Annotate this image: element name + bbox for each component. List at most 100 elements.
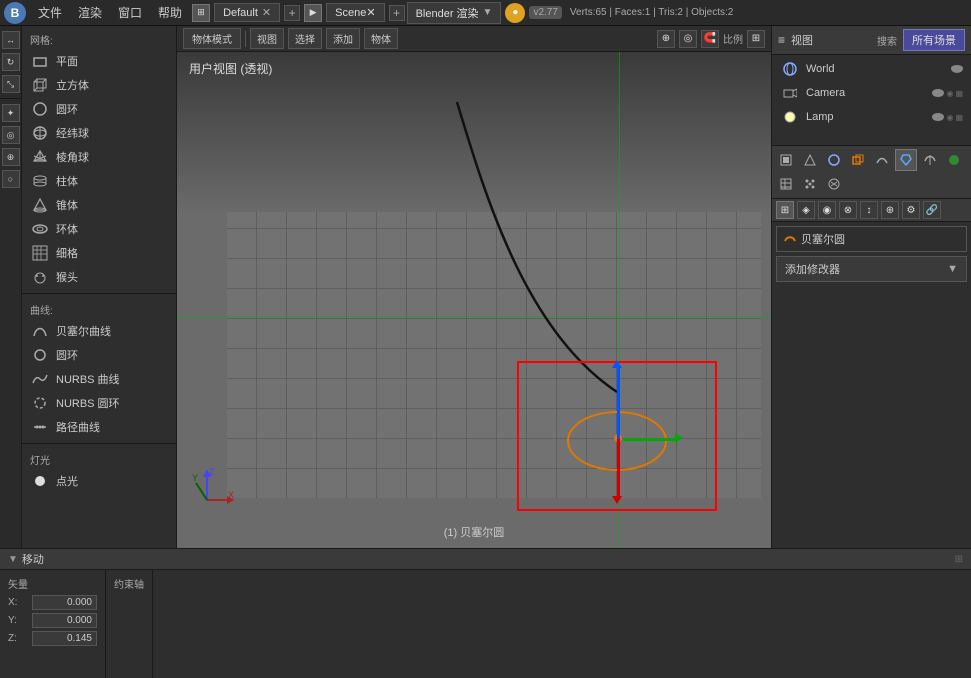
scene-close-icon[interactable]: ✕	[366, 6, 375, 19]
prop-tab-texture[interactable]	[775, 173, 797, 195]
tool-path-curve[interactable]: 路径曲线	[22, 415, 176, 439]
z-label: Z:	[8, 633, 28, 644]
curve-section-header: 曲线:	[22, 298, 176, 319]
viewport-mode-object[interactable]: 物体模式	[183, 28, 241, 49]
constraint-title: 约束轴	[114, 576, 144, 591]
camera-eye-icon[interactable]	[932, 89, 944, 97]
tool-scale[interactable]: ⤡	[2, 75, 20, 93]
menu-help[interactable]: 帮助	[150, 2, 190, 23]
cylinder-icon	[30, 171, 50, 191]
tool-cone[interactable]: 锥体	[22, 193, 176, 217]
tool-cube[interactable]: 立方体	[22, 73, 176, 97]
tool-bezier-circle[interactable]: 圆环	[22, 343, 176, 367]
lamp-render-icon[interactable]: ◉	[946, 113, 953, 122]
x-input[interactable]	[32, 595, 97, 610]
constraint-section: 约束轴	[106, 570, 153, 678]
prop-toolbar-icon6[interactable]: ⊕	[881, 201, 899, 219]
workspace-tab-default[interactable]: Default ✕	[214, 3, 280, 22]
tool-point-lamp[interactable]: 点光	[22, 469, 176, 493]
viewport-status-label: (1) 贝塞尔圆	[444, 524, 505, 540]
prop-tab-world[interactable]	[823, 149, 845, 171]
prop-toolbar-icon8[interactable]: 🔗	[923, 201, 941, 219]
prop-tab-scene[interactable]	[799, 149, 821, 171]
bottom-panel-header: ▼ 移动 ⊞	[0, 549, 971, 570]
camera-render-icon[interactable]: ◉	[946, 89, 953, 98]
prop-toolbar-icon2[interactable]: ◈	[797, 201, 815, 219]
prop-tab-particles[interactable]	[799, 173, 821, 195]
workspace-add-btn[interactable]: +	[284, 5, 300, 21]
tool-icosphere[interactable]: 棱角球	[22, 145, 176, 169]
vector-section: 矢量 X: Y: Z:	[0, 570, 106, 678]
prop-tab-data[interactable]	[919, 149, 941, 171]
prop-tab-object[interactable]	[847, 149, 869, 171]
prop-toolbar-icon7[interactable]: ⚙	[902, 201, 920, 219]
prop-tab-constraints[interactable]	[871, 149, 893, 171]
prop-toolbar-icon1[interactable]: ⊞	[776, 201, 794, 219]
global-local-toggle[interactable]: ⊕	[657, 30, 675, 48]
outliner-item-camera[interactable]: Camera ◉ ▦	[772, 81, 971, 105]
tool-cylinder[interactable]: 柱体	[22, 169, 176, 193]
tool-translate[interactable]: ↔	[2, 31, 20, 49]
snap-btn[interactable]: 🧲	[701, 30, 719, 48]
bottom-expand-icon[interactable]: ⊞	[955, 554, 963, 565]
path-curve-icon	[30, 417, 50, 437]
outliner-panel: ≡ 视图 搜索 所有场景 World	[772, 26, 971, 146]
tool-monkey[interactable]: 猴头	[22, 265, 176, 289]
outliner-item-world[interactable]: World	[772, 57, 971, 81]
axis-z-down-arrow	[612, 496, 622, 504]
lamp-extra-icon[interactable]: ▦	[955, 113, 963, 122]
tool-origin[interactable]: ◎	[2, 126, 20, 144]
all-scenes-btn[interactable]: 所有场景	[903, 29, 965, 51]
tool-nurbs-circle[interactable]: NURBS 圆环	[22, 391, 176, 415]
outliner-header-label: 视图	[791, 32, 813, 48]
tool-bezier-curve[interactable]: 贝塞尔曲线	[22, 319, 176, 343]
outliner-list: World Camera ◉ ▦	[772, 55, 971, 131]
viewport-select-btn[interactable]: 选择	[288, 28, 322, 49]
world-visibility-icon[interactable]	[951, 65, 963, 73]
viewport-3d[interactable]: 物体模式 视图 选择 添加 物体 ⊕ ◎ 🧲 比例 ⊞ 用户视图 (透视)	[177, 26, 771, 548]
cube-icon	[30, 75, 50, 95]
tool-uvsphere[interactable]: 经纬球	[22, 121, 176, 145]
menu-file[interactable]: 文件	[30, 2, 70, 23]
layer-btn[interactable]: ⊞	[747, 30, 765, 48]
tool-rotate[interactable]: ↻	[2, 53, 20, 71]
tool-mode[interactable]: ✦	[2, 104, 20, 122]
z-input[interactable]	[32, 631, 97, 646]
pivot-point-btn[interactable]: ◎	[679, 30, 697, 48]
scene-tab[interactable]: Scene ✕	[326, 3, 384, 22]
prop-toolbar-icon3[interactable]: ◉	[818, 201, 836, 219]
outliner-search-label[interactable]: 搜索	[877, 33, 897, 48]
tool-snap[interactable]: ⊕	[2, 148, 20, 166]
monkey-icon	[30, 267, 50, 287]
prop-tab-render[interactable]	[775, 149, 797, 171]
tool-torus[interactable]: 环体	[22, 217, 176, 241]
viewport-object-btn[interactable]: 物体	[364, 28, 398, 49]
prop-toolbar-icon5[interactable]: ↕	[860, 201, 878, 219]
blender-logo[interactable]: B	[4, 2, 26, 24]
lamp-eye-icon[interactable]	[932, 113, 944, 121]
outliner-item-lamp[interactable]: Lamp ◉ ▦	[772, 105, 971, 129]
tool-plane[interactable]: 平面	[22, 49, 176, 73]
tool-circle[interactable]: 圆环	[22, 97, 176, 121]
viewport-add-btn[interactable]: 添加	[326, 28, 360, 49]
workspace-add-icon[interactable]: ✕	[262, 6, 271, 19]
viewport-view-btn[interactable]: 视图	[250, 28, 284, 49]
prop-tab-physics[interactable]	[823, 173, 845, 195]
prop-tab-modifiers[interactable]	[895, 149, 917, 171]
x-label: X:	[8, 597, 28, 608]
tool-grid[interactable]: 细格	[22, 241, 176, 265]
outliner-header-icon: ≡	[778, 33, 785, 47]
scene-add-btn[interactable]: +	[389, 5, 405, 21]
y-input[interactable]	[32, 613, 97, 628]
add-modifier-btn[interactable]: 添加修改器 ▼	[776, 256, 967, 282]
menu-render[interactable]: 渲染	[70, 2, 110, 23]
prop-toolbar-icon4[interactable]: ⊗	[839, 201, 857, 219]
tool-proportional[interactable]: ○	[2, 170, 20, 188]
render-engine-selector[interactable]: Blender 渲染 ▼	[407, 2, 502, 24]
properties-tabs	[772, 146, 971, 199]
camera-extra-icon[interactable]: ▦	[955, 89, 963, 98]
prop-tab-material[interactable]	[943, 149, 965, 171]
tool-nurbs-curve[interactable]: NURBS 曲线	[22, 367, 176, 391]
bottom-collapse-icon[interactable]: ▼	[8, 554, 18, 565]
menu-window[interactable]: 窗口	[110, 2, 150, 23]
